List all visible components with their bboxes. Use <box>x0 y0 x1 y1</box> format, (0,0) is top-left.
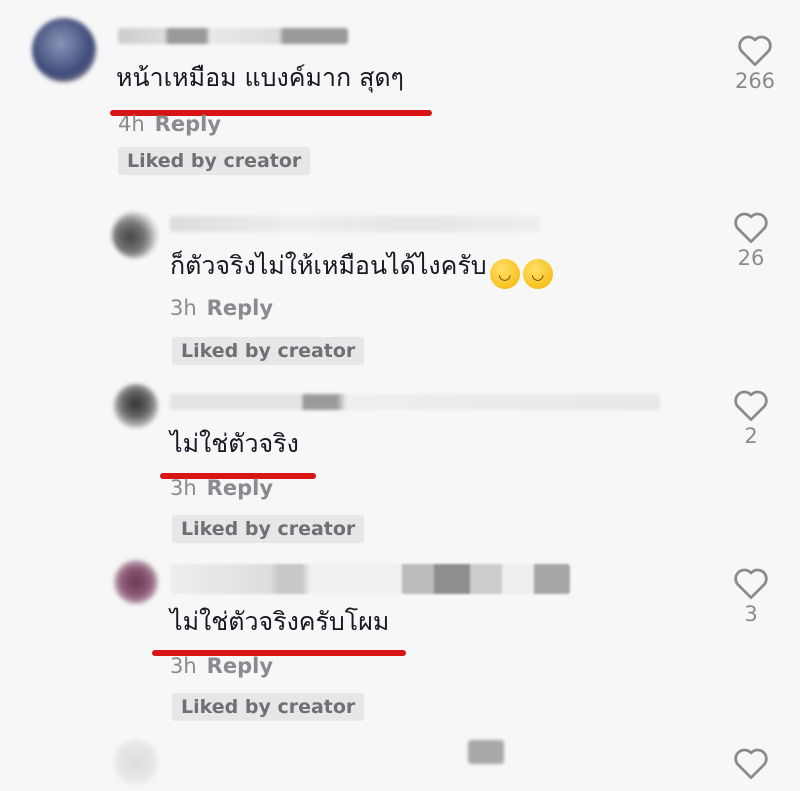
like-button[interactable]: 3 <box>721 566 781 626</box>
face-with-tears-of-joy-icon: ◡ <box>489 259 520 289</box>
comment-meta: 3h Reply <box>170 654 273 678</box>
comment-text: ไม่ใช่ตัวจริง <box>170 429 299 458</box>
reply-button[interactable]: Reply <box>207 296 273 320</box>
like-button[interactable]: 266 <box>725 33 785 93</box>
like-count: 2 <box>744 424 758 448</box>
username-blurred[interactable] <box>170 394 660 410</box>
comment-meta: 3h Reply <box>170 296 273 320</box>
liked-by-creator-badge: Liked by creator <box>172 337 365 365</box>
liked-by-creator-badge: Liked by creator <box>172 515 365 543</box>
reply-button[interactable]: Reply <box>155 112 221 136</box>
reply-item-partial <box>0 728 800 791</box>
comment-text: หน้าเหมือม แบงค์มาก สุดๆ <box>116 63 404 92</box>
avatar[interactable] <box>114 384 158 428</box>
like-button[interactable] <box>721 746 781 782</box>
avatar[interactable] <box>114 560 158 604</box>
grinning-face-with-sweat-icon: ◡ <box>522 259 553 289</box>
reply-item: ก็ตัวจริงไม่ให้เหมือนได้ไงครับ ◡ ◡ 3h Reply… <box>0 190 800 370</box>
comment-text: ไม่ใช่ตัวจริงครับโผม <box>170 607 390 636</box>
reply-item: ไม่ใช่ตัวจริง 3h Reply Liked by creator 2 <box>0 370 800 548</box>
like-count: 3 <box>744 602 758 626</box>
comment-meta: 3h Reply <box>170 476 273 500</box>
comment-text: ก็ตัวจริงไม่ให้เหมือนได้ไงครับ ◡ ◡ <box>170 250 553 289</box>
comment-time: 4h <box>118 112 145 136</box>
reply-button[interactable]: Reply <box>207 476 273 500</box>
username-blurred[interactable] <box>118 28 348 44</box>
heart-outline-icon <box>734 212 768 244</box>
avatar[interactable] <box>112 212 158 258</box>
comment-meta: 4h Reply <box>118 112 221 136</box>
comment-item: หน้าเหมือม แบงค์มาก สุดๆ 4h Reply Liked b… <box>0 0 800 190</box>
like-count: 26 <box>737 246 765 270</box>
liked-by-creator-badge: Liked by creator <box>172 693 365 721</box>
like-button[interactable]: 2 <box>721 388 781 448</box>
username-blurred[interactable] <box>170 216 540 232</box>
heart-outline-icon <box>734 748 768 780</box>
avatar[interactable] <box>32 18 96 82</box>
heart-outline-icon <box>734 568 768 600</box>
liked-by-creator-badge: Liked by creator <box>118 147 311 175</box>
avatar[interactable] <box>114 740 158 784</box>
like-button[interactable]: 26 <box>721 210 781 270</box>
username-blurred[interactable] <box>170 564 570 594</box>
comment-time: 3h <box>170 476 197 500</box>
comment-time: 3h <box>170 654 197 678</box>
comment-time: 3h <box>170 296 197 320</box>
username-blurred[interactable] <box>468 740 504 764</box>
comment-text-body: ก็ตัวจริงไม่ให้เหมือนได้ไงครับ <box>170 251 487 280</box>
reply-button[interactable]: Reply <box>207 654 273 678</box>
heart-outline-icon <box>734 390 768 422</box>
heart-outline-icon <box>738 35 772 67</box>
like-count: 266 <box>734 69 776 93</box>
reply-item: ไม่ใช่ตัวจริงครับโผม 3h Reply Liked by cr… <box>0 548 800 728</box>
